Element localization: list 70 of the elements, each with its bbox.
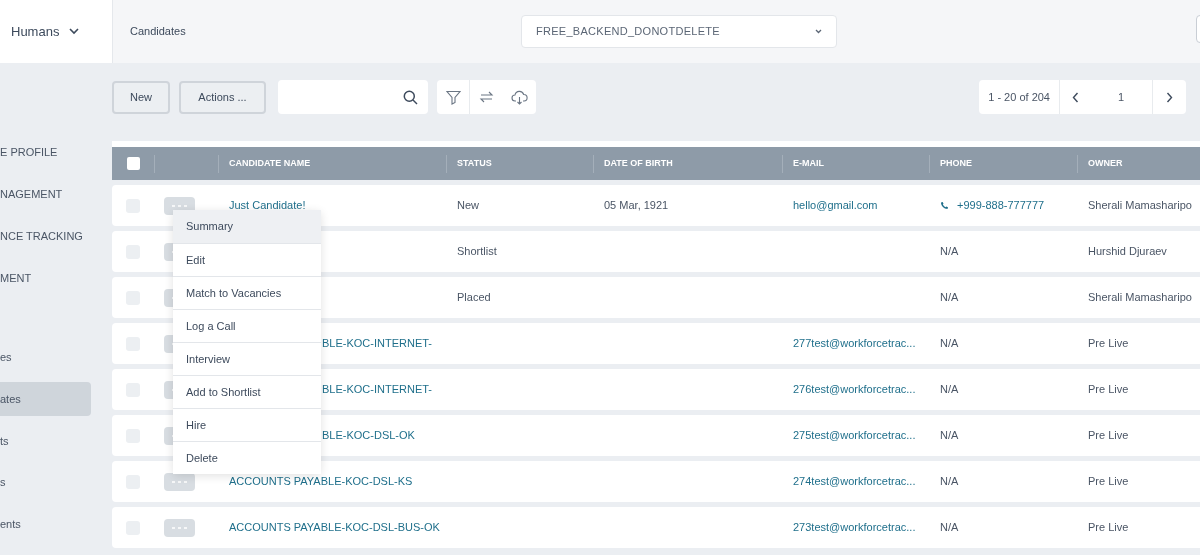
page-number-field[interactable]: 1: [1090, 80, 1153, 114]
email-link[interactable]: 273test@workforcetrac...: [793, 519, 916, 536]
candidate-name-link[interactable]: ACCOUNTS PAYABLE-KOC-DSL-BUS-OK: [229, 519, 440, 536]
phone-text: N/A: [940, 520, 959, 536]
new-button[interactable]: New: [112, 80, 170, 114]
candidate-name-link[interactable]: BLE-KOC-INTERNET-: [322, 335, 432, 352]
phone-text: N/A: [940, 244, 959, 260]
status-text: Placed: [457, 290, 491, 306]
actions-button[interactable]: Actions ...: [179, 80, 266, 114]
candidate-name-link[interactable]: ACCOUNTS PAYABLE-KOC-DSL-KS: [229, 473, 413, 490]
phone-text: N/A: [940, 382, 959, 398]
chevron-down-icon[interactable]: [815, 29, 822, 34]
menu-item[interactable]: Summary: [173, 210, 321, 243]
row-actions-button[interactable]: [164, 518, 195, 537]
menu-item[interactable]: Hire: [173, 408, 321, 441]
email-link[interactable]: 274test@workforcetrac...: [793, 473, 916, 490]
phone-text: N/A: [940, 290, 959, 306]
email-link[interactable]: 277test@workforcetrac...: [793, 335, 916, 352]
owner-text: Sherali Mamasharipo: [1088, 290, 1192, 306]
table-row[interactable]: ACCOUNTS PAYABLE-KOC-DSL-BUS-OK 273test@workforcetrac... N/A Pre Live: [112, 507, 1200, 548]
candidate-name-link[interactable]: BLE-KOC-DSL-OK: [322, 427, 415, 444]
phone-text: N/A: [940, 474, 959, 490]
sidebar-item[interactable]: MENT: [0, 261, 112, 295]
owner-text: Pre Live: [1088, 382, 1129, 398]
module-name[interactable]: Humans: [11, 21, 60, 42]
candidate-name-link[interactable]: BLE-KOC-INTERNET-: [322, 381, 432, 398]
date-of-birth-text: 05 Mar, 1921: [604, 198, 669, 214]
status-text: New: [457, 198, 479, 214]
owner-text: Pre Live: [1088, 336, 1129, 352]
page-title: Candidates: [130, 24, 186, 40]
phone-link[interactable]: +999-888-777777: [957, 197, 1045, 214]
select-all-checkbox[interactable]: [126, 157, 140, 170]
phone-text: N/A: [940, 428, 959, 444]
table-row[interactable]: ACCOUNTS PAYABLE-KOC-DSL-KS 274test@workforcetrac... N/A Pre Live: [112, 461, 1200, 502]
sidebar-item[interactable]: es: [0, 340, 112, 374]
status-text: Shortlist: [457, 244, 497, 260]
sidebar-item[interactable]: ents: [0, 507, 112, 541]
database-dropdown[interactable]: FREE_BACKEND_DONOTDELETE: [521, 15, 837, 48]
row-actions-button[interactable]: [164, 472, 195, 491]
chevron-down-icon[interactable]: [69, 28, 80, 35]
email-link[interactable]: 275test@workforcetrac...: [793, 427, 916, 444]
sidebar-item[interactable]: NCE TRACKING: [0, 219, 112, 253]
owner-text: Pre Live: [1088, 428, 1129, 444]
phone-text: N/A: [940, 336, 959, 352]
search-icon[interactable]: [403, 89, 418, 105]
search-field[interactable]: [278, 80, 428, 114]
phone-icon: [940, 201, 949, 210]
sidebar-item[interactable]: s: [0, 465, 112, 499]
chevron-right-icon: [1166, 91, 1173, 103]
owner-text: Sherali Mamasharipo: [1088, 198, 1192, 214]
menu-item[interactable]: Add to Shortlist: [173, 375, 321, 408]
sidebar-item[interactable]: E PROFILE: [0, 135, 112, 169]
menu-item[interactable]: Delete: [173, 441, 321, 474]
sidebar-item[interactable]: NAGEMENT: [0, 177, 112, 211]
owner-text: Pre Live: [1088, 474, 1129, 490]
cloud-download-icon: [510, 89, 528, 105]
menu-item[interactable]: Match to Vacancies: [173, 276, 321, 309]
menu-item[interactable]: Edit: [173, 243, 321, 276]
menu-item[interactable]: Log a Call: [173, 309, 321, 342]
pagination-range: 1 - 20 of 204: [979, 80, 1060, 114]
swap-arrows-icon: [478, 90, 494, 104]
filter-icon: [445, 89, 461, 105]
sidebar-item[interactable]: ts: [0, 424, 112, 458]
owner-text: Hurshid Djuraev: [1088, 244, 1167, 260]
email-link[interactable]: hello@gmail.com: [793, 197, 878, 214]
sidebar-item[interactable]: ates: [0, 382, 91, 416]
menu-item[interactable]: Interview: [173, 342, 321, 375]
email-link[interactable]: 276test@workforcetrac...: [793, 381, 916, 398]
owner-text: Pre Live: [1088, 520, 1129, 536]
chevron-left-icon: [1071, 91, 1079, 103]
